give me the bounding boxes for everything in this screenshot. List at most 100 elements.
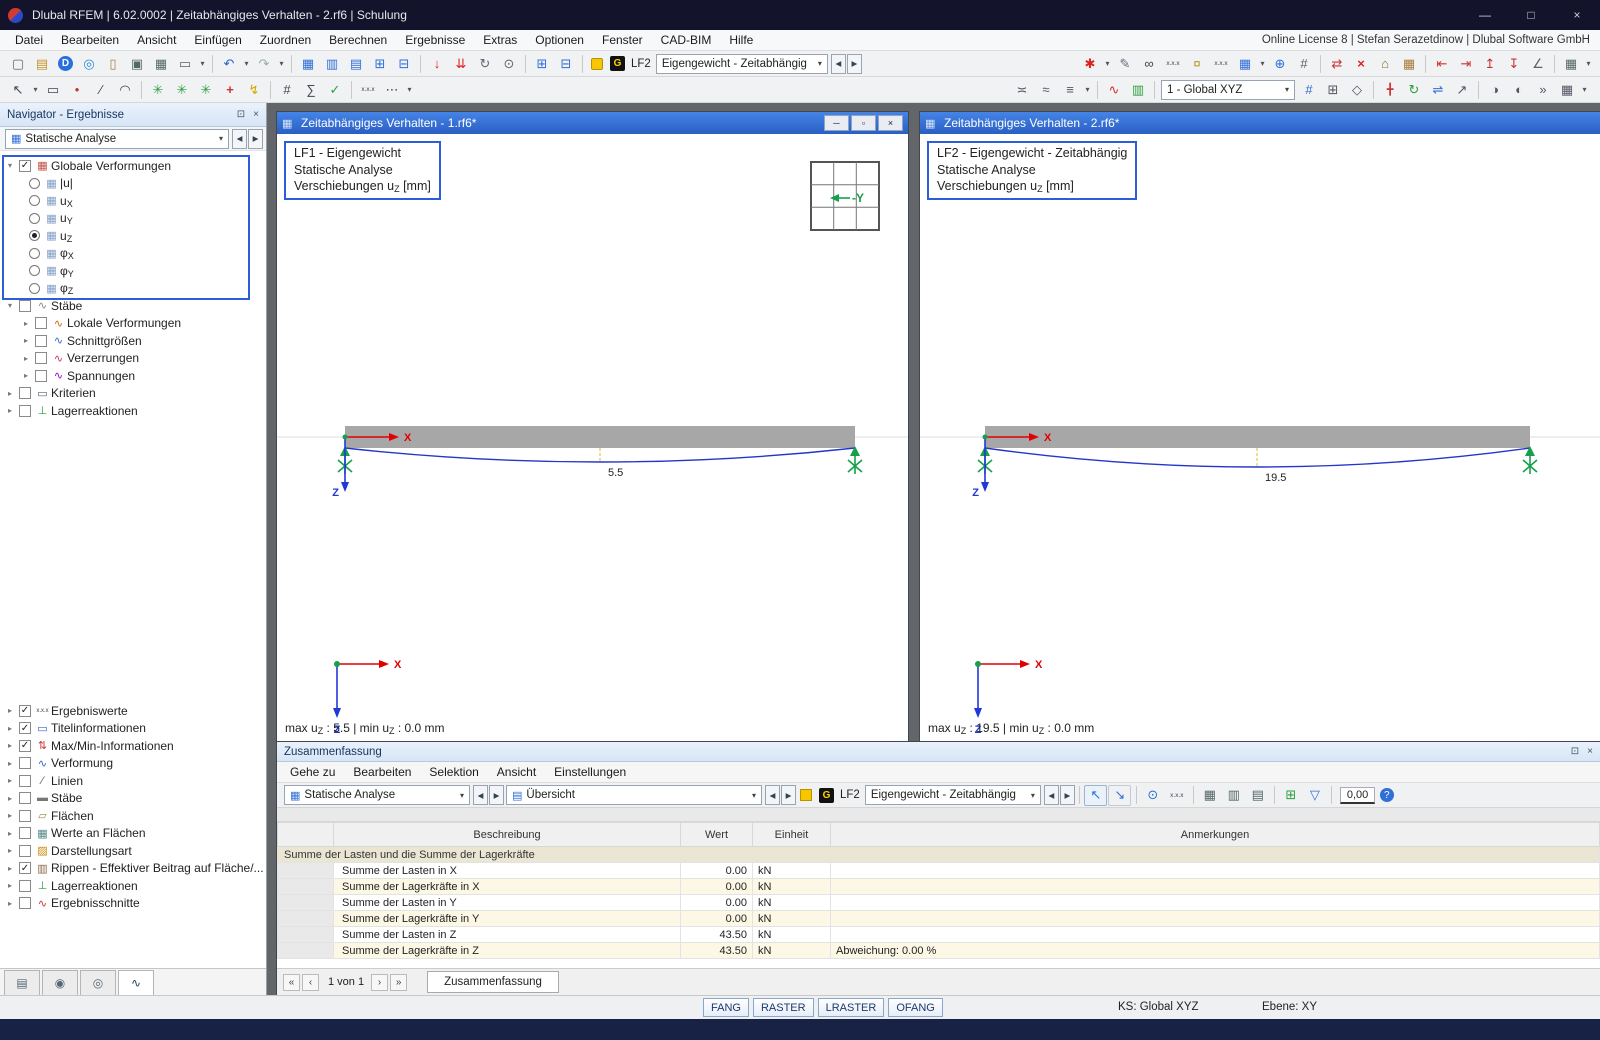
edit-pen-icon[interactable]: ✎ <box>1114 53 1137 74</box>
table-row[interactable]: Summe der Lasten in X 0.00 kN <box>278 863 1600 879</box>
separator[interactable] <box>212 55 213 73</box>
table-manager-icon[interactable]: ▦ <box>297 53 320 74</box>
expander-icon[interactable]: ▸ <box>4 864 16 873</box>
table-section-row[interactable]: Summe der Lasten und die Summe der Lager… <box>278 847 1600 863</box>
new-table-icon[interactable]: ▦ <box>1234 53 1257 74</box>
camera-tab[interactable]: ◎ <box>80 970 116 995</box>
model-window-2[interactable]: ▦ Zeitabhängiges Verhalten - 2.rf6* 19.5 <box>920 112 1600 741</box>
expander-icon[interactable]: ▸ <box>4 389 16 398</box>
separator[interactable] <box>351 81 352 99</box>
expander-icon[interactable]: ▸ <box>4 776 16 785</box>
expander-icon[interactable]: ▸ <box>20 371 32 380</box>
expander-icon[interactable]: ▸ <box>4 899 16 908</box>
window-minimize-button[interactable]: ─ <box>824 115 849 131</box>
window-layout-icon[interactable]: ⊞ <box>531 53 554 74</box>
filter-funnel-icon[interactable]: ▽ <box>1303 785 1326 806</box>
dimension-down-icon[interactable]: ↧ <box>1503 53 1526 74</box>
separator[interactable] <box>420 55 421 73</box>
result-component-row[interactable]: ▦ φY <box>0 262 266 280</box>
move-icon[interactable]: ╋ <box>1379 79 1402 100</box>
window-close-button[interactable]: × <box>878 115 903 131</box>
generate-load-icon[interactable]: ↯ <box>243 79 266 100</box>
window-titlebar[interactable]: ▦ Zeitabhängiges Verhalten - 1.rf6* ─ ▫ … <box>277 112 908 134</box>
close-panel-icon[interactable]: × <box>253 109 259 120</box>
result-values-icon[interactable]: x.x.x <box>1162 53 1185 74</box>
view-caret[interactable]: ▾ <box>1580 79 1590 100</box>
dlubal-logo-icon[interactable]: D <box>58 56 73 71</box>
tree-item[interactable]: ▸ ∕ Linien <box>0 772 266 790</box>
generate-surface-icon[interactable]: ✳ <box>171 79 194 100</box>
delete-icon[interactable]: × <box>1350 53 1373 74</box>
loadcase-color-chip[interactable] <box>591 58 603 70</box>
sync-view-icon[interactable]: ↘ <box>1108 785 1131 806</box>
separator[interactable] <box>1320 55 1321 73</box>
radio-button[interactable] <box>29 213 40 224</box>
checkbox[interactable] <box>19 792 31 804</box>
checkbox[interactable] <box>19 880 31 892</box>
select-arrow-icon[interactable]: ↖ <box>7 79 30 100</box>
scale-icon[interactable]: ↗ <box>1451 79 1474 100</box>
excel-export-icon[interactable]: ⊞ <box>1279 785 1302 806</box>
dimension-up-icon[interactable]: ↥ <box>1479 53 1502 74</box>
tab-zusammenfassung[interactable]: Zusammenfassung <box>427 971 559 993</box>
tree-item[interactable]: ▸ ▦ Werte an Flächen <box>0 825 266 843</box>
zoom-values-icon[interactable]: ⊙ <box>1141 785 1164 806</box>
new-line-icon[interactable]: ∕ <box>90 79 113 100</box>
minimize-button[interactable]: — <box>1462 0 1508 30</box>
maximize-button[interactable]: □ <box>1508 0 1554 30</box>
table-caret[interactable]: ▾ <box>1258 53 1268 74</box>
lamp-icon[interactable]: ¤ <box>1186 53 1209 74</box>
tree-item[interactable]: ▸ ▬ Stäbe <box>0 790 266 808</box>
tree-item[interactable]: ▸ ∿ Verformung <box>0 755 266 773</box>
redo-caret[interactable]: ▾ <box>277 53 287 74</box>
expander-icon[interactable]: ▾ <box>4 161 16 170</box>
snap-icon[interactable]: ◇ <box>1346 79 1369 100</box>
separator[interactable] <box>141 81 142 99</box>
expander-icon[interactable]: ▸ <box>4 706 16 715</box>
expander-icon[interactable]: ▸ <box>4 846 16 855</box>
result-component-row[interactable]: ▦ |u| <box>0 175 266 193</box>
box-select-icon[interactable]: ▭ <box>42 79 65 100</box>
menu-item[interactable]: Fenster <box>593 30 652 51</box>
checkbox[interactable] <box>19 862 31 874</box>
model-canvas-1[interactable]: 5.5 X Z <box>277 134 908 741</box>
checkbox[interactable] <box>35 317 47 329</box>
checkbox[interactable] <box>19 405 31 417</box>
tree-item[interactable]: ▸ ⊥ Lagerreaktionen <box>0 402 266 420</box>
prev-loadcase-button[interactable]: ◀ <box>831 54 846 74</box>
expander-icon[interactable]: ▸ <box>20 336 32 345</box>
rendering-glasses-icon[interactable]: ∞ <box>1138 53 1161 74</box>
loadcase-combo[interactable]: Eigengewicht - Zeitabhängig ▾ <box>865 785 1041 805</box>
prev-table-button[interactable]: ◀ <box>765 785 780 805</box>
insert-node-icon[interactable]: + <box>219 79 242 100</box>
result-component-row[interactable]: ▦ uY <box>0 210 266 228</box>
close-button[interactable]: × <box>1554 0 1600 30</box>
menu-item[interactable]: Optionen <box>526 30 593 51</box>
model-canvas-2[interactable]: 19.5 X Z <box>920 134 1600 741</box>
calculate-icon[interactable]: ∑ <box>300 79 323 100</box>
tree-item[interactable]: ▸ ▥ Rippen - Effektiver Beitrag auf Fläc… <box>0 860 266 878</box>
menu-item[interactable]: Berechnen <box>320 30 396 51</box>
undo-icon[interactable]: ↶ <box>218 53 241 74</box>
line-solid-icon[interactable]: ≡ <box>1059 79 1082 100</box>
line-dashed-icon[interactable]: ≈ <box>1035 79 1058 100</box>
checkbox[interactable] <box>19 757 31 769</box>
rotate-view-icon[interactable]: ↻ <box>474 53 497 74</box>
table-row[interactable]: Summe der Lagerkräfte in Z 43.50 kN Abwe… <box>278 943 1600 959</box>
psc-table-icon[interactable]: ⊟ <box>393 53 416 74</box>
model-house-icon[interactable]: ⌂ <box>1374 53 1397 74</box>
tree-item[interactable]: ▸ ▨ Darstellungsart <box>0 842 266 860</box>
load-arrow-icon[interactable]: ↓ <box>426 53 449 74</box>
summary-menu-item[interactable]: Selektion <box>420 762 487 783</box>
new-arc-icon[interactable]: ◠ <box>114 79 137 100</box>
color-scale-icon[interactable]: ▥ <box>1127 79 1150 100</box>
menu-item[interactable]: Ansicht <box>128 30 185 51</box>
tree-item[interactable]: ▸ x.x.x Ergebniswerte <box>0 702 266 720</box>
snap-toggle-button[interactable]: FANG <box>703 998 749 1017</box>
move-copy-icon[interactable]: ⇄ <box>1326 53 1349 74</box>
line-hidden-icon[interactable]: ≍ <box>1011 79 1034 100</box>
result-component-row[interactable]: ▦ φZ <box>0 280 266 298</box>
tree-item[interactable]: ▸ ▱ Flächen <box>0 807 266 825</box>
next-analysis-button[interactable]: ▶ <box>248 129 263 149</box>
display-settings-icon[interactable]: ▦ <box>1560 53 1583 74</box>
